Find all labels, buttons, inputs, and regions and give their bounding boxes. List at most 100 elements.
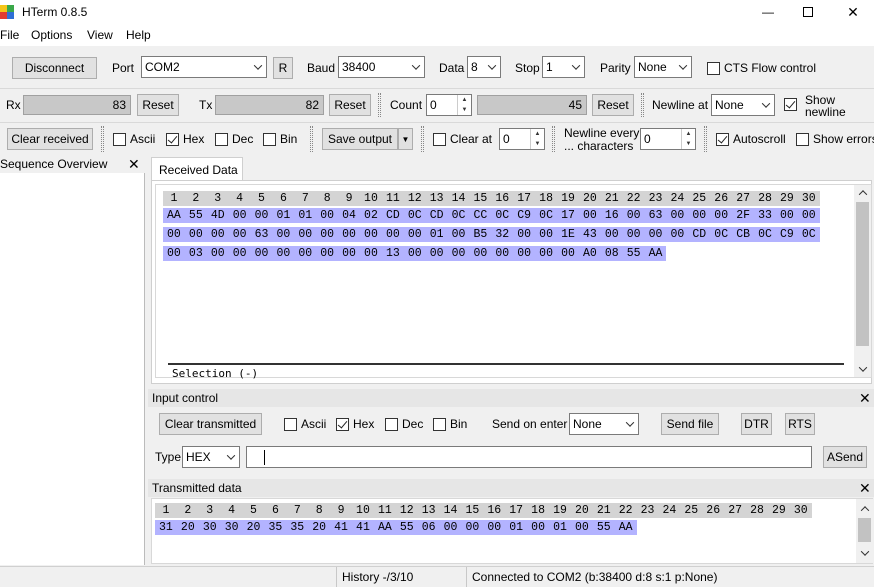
asend-button[interactable]: ASend: [823, 446, 867, 468]
column-header-6: 6: [272, 191, 295, 206]
rx-reset-button[interactable]: Reset: [137, 94, 179, 116]
input-dec-checkbox[interactable]: Dec: [385, 417, 423, 431]
stop-bits-select[interactable]: 1: [542, 56, 585, 78]
clear-received-button[interactable]: Clear received: [7, 128, 93, 150]
maximize-icon[interactable]: [788, 0, 828, 24]
autoscroll-checkbox[interactable]: Autoscroll: [716, 132, 786, 146]
menu-help[interactable]: Help: [126, 28, 151, 42]
close-icon[interactable]: ✕: [859, 391, 871, 405]
spin-up-icon[interactable]: ▲: [458, 95, 471, 105]
show-errors-checkbox[interactable]: Show errors: [796, 132, 874, 146]
menu-file[interactable]: File: [0, 28, 19, 42]
byte-cell-26: 0C: [710, 227, 733, 242]
send-input-field[interactable]: [246, 446, 812, 468]
input-ascii-checkbox[interactable]: Ascii: [284, 417, 326, 431]
received-hex-view[interactable]: 1 2 3 4 5 6 7 8 9 10 11 12 13 14 15 16 17 18 19 20 21 22 23 24 2…: [155, 184, 872, 380]
baud-label: Baud: [307, 61, 336, 75]
clear-at-checkbox[interactable]: Clear at: [433, 132, 492, 146]
show-newline-checkbox[interactable]: [784, 98, 801, 111]
byte-cell-5: 20: [242, 520, 265, 535]
close-icon[interactable]: ✕: [859, 481, 871, 495]
spin-down-icon[interactable]: ▼: [531, 139, 544, 149]
spin-down-icon[interactable]: ▼: [682, 139, 695, 149]
column-header-10: 10: [352, 503, 374, 518]
input-hex-checkbox[interactable]: Hex: [336, 417, 374, 431]
byte-cell-14: 0C: [447, 208, 470, 223]
byte-cell-17: C9: [513, 208, 536, 223]
menu-view[interactable]: View: [87, 28, 113, 42]
byte-cell-23: 00: [644, 227, 667, 242]
spin-up-icon[interactable]: ▲: [682, 129, 695, 139]
parity-label: Parity: [600, 61, 631, 75]
column-header-13: 13: [417, 503, 440, 518]
count-stepper[interactable]: 0 ▲ ▼: [426, 94, 472, 116]
column-header-13: 13: [425, 191, 448, 206]
baud-select[interactable]: 38400: [338, 56, 425, 78]
input-bin-checkbox[interactable]: Bin: [433, 417, 467, 431]
transmitted-hex-view[interactable]: 1 2 3 4 5 6 7 8 9 10 11 12 13 14 15 16 17 18 19 20 21 22 23 24 2…: [151, 498, 873, 564]
rts-button[interactable]: RTS: [785, 413, 815, 435]
clear-at-stepper[interactable]: 0 ▲ ▼: [499, 128, 545, 150]
scroll-down-icon[interactable]: [856, 545, 873, 561]
column-header-22: 22: [614, 503, 637, 518]
cts-flow-control-checkbox[interactable]: CTS Flow control: [707, 61, 816, 75]
byte-cell-23: 63: [644, 208, 667, 223]
dtr-button[interactable]: DTR: [741, 413, 772, 435]
byte-cell-12: 55: [395, 520, 418, 535]
disconnect-button[interactable]: Disconnect: [12, 57, 97, 79]
byte-cell-22: 00: [622, 227, 645, 242]
tx-reset-button[interactable]: Reset: [329, 94, 371, 116]
byte-cell-27: CB: [732, 227, 755, 242]
byte-cell-4: 00: [228, 246, 251, 261]
count-reset-button[interactable]: Reset: [592, 94, 634, 116]
table-row: 00 03 00 00 00 00 00 00 00 00 13 00 00 00 00 00 00 00 00 A0…: [163, 246, 667, 261]
parity-select[interactable]: None: [634, 56, 692, 78]
byte-cell-15: CC: [469, 208, 492, 223]
separator: [310, 126, 313, 152]
byte-cell-18: 00: [535, 246, 558, 261]
chevron-down-icon: [758, 95, 774, 115]
received-scrollbar[interactable]: [854, 185, 871, 377]
minimize-icon[interactable]: —: [748, 0, 788, 24]
scroll-down-icon[interactable]: [854, 361, 871, 377]
byte-cell-6: 00: [272, 227, 295, 242]
column-header-10: 10: [360, 191, 382, 206]
spin-up-icon[interactable]: ▲: [531, 129, 544, 139]
chevron-down-icon: [675, 57, 691, 77]
data-bits-select[interactable]: 8: [467, 56, 501, 78]
scroll-up-icon[interactable]: [854, 185, 871, 201]
spin-down-icon[interactable]: ▼: [458, 105, 471, 115]
close-icon[interactable]: ✕: [832, 0, 874, 24]
send-file-button[interactable]: Send file: [661, 413, 719, 435]
received-bin-checkbox[interactable]: Bin: [263, 132, 297, 146]
refresh-ports-button[interactable]: R: [273, 57, 293, 79]
close-icon[interactable]: ✕: [128, 157, 140, 171]
type-select[interactable]: HEX: [182, 446, 240, 468]
send-on-enter-select[interactable]: None: [569, 413, 639, 435]
newline-at-select[interactable]: None: [711, 94, 775, 116]
received-hex-checkbox[interactable]: Hex: [166, 132, 204, 146]
port-select[interactable]: COM2: [141, 56, 267, 78]
byte-cell-6: 35: [264, 520, 287, 535]
received-dec-checkbox[interactable]: Dec: [215, 132, 253, 146]
byte-cell-15: 00: [461, 520, 484, 535]
byte-cell-19: 17: [557, 208, 579, 223]
byte-cell-19: 00: [557, 246, 579, 261]
column-header-12: 12: [395, 503, 418, 518]
save-output-button[interactable]: Save output: [322, 128, 398, 150]
byte-cell-29: 00: [775, 208, 798, 223]
menu-options[interactable]: Options: [31, 28, 72, 42]
byte-cell-20: A0: [578, 246, 601, 261]
chevron-down-icon: [250, 57, 266, 77]
received-ascii-checkbox[interactable]: Ascii: [113, 132, 155, 146]
scroll-thumb[interactable]: [856, 202, 869, 346]
newline-every-stepper[interactable]: 0 ▲ ▼: [640, 128, 696, 150]
column-header-24: 24: [666, 191, 689, 206]
scroll-up-icon[interactable]: [856, 501, 873, 517]
tab-received-data[interactable]: Received Data: [151, 157, 243, 181]
column-header-23: 23: [636, 503, 659, 518]
clear-transmitted-button[interactable]: Clear transmitted: [159, 413, 262, 435]
transmitted-scrollbar[interactable]: [856, 499, 873, 563]
scroll-thumb[interactable]: [858, 518, 871, 542]
save-output-dropdown[interactable]: ▼: [398, 128, 413, 150]
